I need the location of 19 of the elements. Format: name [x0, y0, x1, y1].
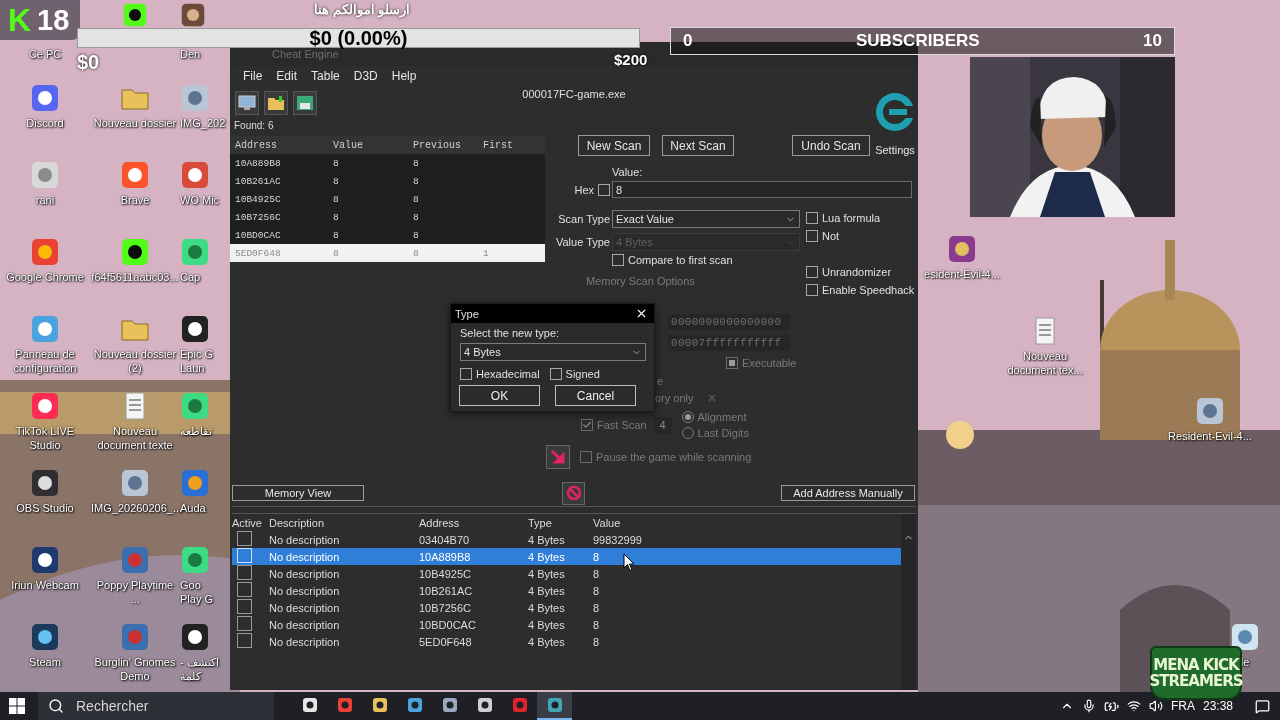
clock[interactable]: 23:38 [1202, 699, 1233, 713]
app-icon [406, 697, 423, 713]
search-bar[interactable]: Rechercher [38, 692, 274, 720]
language-indicator[interactable]: FRA [1170, 699, 1195, 713]
search-icon [48, 698, 64, 714]
windows-icon [9, 698, 25, 714]
wifi-icon[interactable] [1126, 699, 1141, 713]
app-icon [476, 697, 493, 713]
app-icon [336, 697, 353, 713]
app-icon [371, 697, 388, 713]
volume-icon[interactable] [1148, 699, 1163, 713]
app-icon [301, 697, 318, 713]
app-icon [511, 697, 528, 713]
notification-icon[interactable] [1255, 698, 1270, 714]
app-icon [546, 697, 563, 713]
search-field[interactable]: Rechercher [74, 697, 254, 715]
taskbar-app[interactable] [537, 692, 572, 720]
app-icon [441, 697, 458, 713]
microphone-icon[interactable] [1081, 699, 1096, 713]
